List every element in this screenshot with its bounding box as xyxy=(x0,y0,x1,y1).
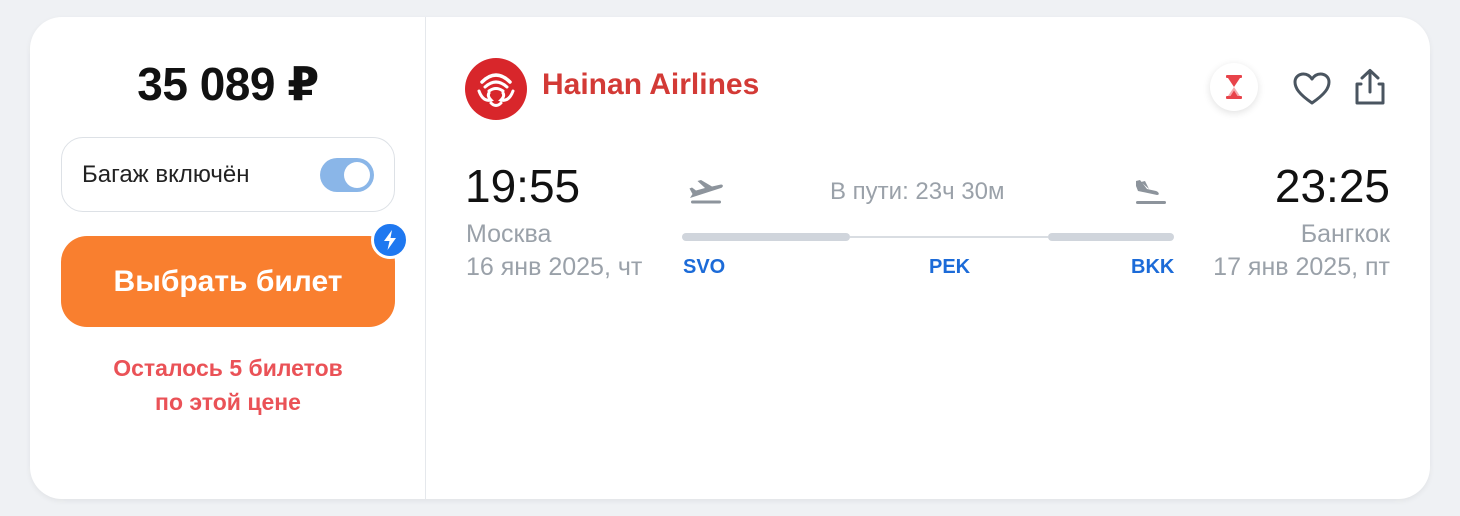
baggage-label: Багаж включён xyxy=(82,160,250,188)
arrival-city: Бангкок xyxy=(1300,220,1390,248)
ticket-price: 35 089 ₽ xyxy=(137,58,319,110)
departure-date: 16 янв 2025, чт xyxy=(466,253,643,281)
ticket-card: 35 089 ₽ Багаж включён Выбрать билет Ост… xyxy=(30,17,1430,499)
route-segment-2 xyxy=(1048,233,1174,241)
airline-name: Hainan Airlines xyxy=(542,68,760,101)
tickets-left-line-1: Осталось 5 билетов xyxy=(113,355,343,381)
share-icon[interactable] xyxy=(1346,63,1394,111)
layover-connector xyxy=(850,236,1048,238)
arrival-time: 23:25 xyxy=(1274,160,1390,212)
offer-panel: 35 089 ₽ Багаж включён Выбрать билет Ост… xyxy=(30,17,426,499)
departure-city: Москва xyxy=(466,220,552,248)
airport-code-pek[interactable]: PEK xyxy=(929,256,970,279)
departure-time: 19:55 xyxy=(465,160,581,212)
hourglass-icon[interactable] xyxy=(1210,63,1258,111)
tickets-left-notice: Осталось 5 билетов по этой цене xyxy=(30,351,426,419)
heart-icon[interactable] xyxy=(1288,65,1336,113)
landing-icon xyxy=(1132,177,1168,212)
tickets-left-line-2: по этой цене xyxy=(155,389,301,415)
airport-code-bkk[interactable]: BKK xyxy=(1131,256,1174,279)
lightning-icon xyxy=(371,221,409,259)
toggle-knob xyxy=(344,161,370,188)
airport-code-svo[interactable]: SVO xyxy=(683,256,725,279)
arrival-date: 17 янв 2025, пт xyxy=(1213,253,1390,281)
takeoff-icon xyxy=(687,177,725,210)
hainan-airlines-logo-icon xyxy=(465,58,527,120)
baggage-toggle[interactable] xyxy=(320,157,374,192)
baggage-option: Багаж включён xyxy=(61,137,395,212)
select-ticket-button[interactable]: Выбрать билет xyxy=(61,236,395,327)
route-segment-1 xyxy=(682,233,850,241)
route-line xyxy=(682,233,1174,241)
flight-duration: В пути: 23ч 30м xyxy=(830,178,1005,205)
